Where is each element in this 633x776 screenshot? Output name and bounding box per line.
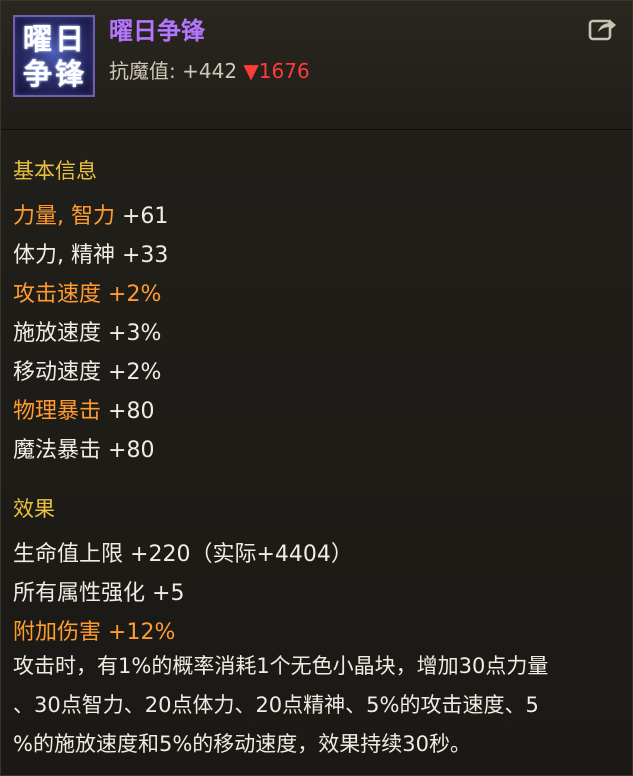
stat-row: 物理暴击 +80	[13, 393, 154, 425]
stat-row: 施放速度 +3%	[13, 315, 161, 347]
stat-row-label: 力量, 智力	[13, 204, 115, 229]
stat-row-label: 物理暴击	[13, 399, 102, 424]
resist-stat: 抗魔值: +442 ▼1676	[109, 55, 310, 84]
effect-description: 攻击时，有1%的概率消耗1个无色小晶块，增加30点力量 、30点智力、20点体力…	[13, 647, 625, 764]
effect-title: 效果	[13, 497, 55, 521]
basic-info-title: 基本信息	[13, 159, 97, 183]
stat-row-label: 生命值上限	[13, 542, 124, 567]
stat-row: 攻击速度 +2%	[13, 276, 161, 308]
stat-row-value: +33	[122, 243, 169, 268]
stat-row-label: 体力, 精神	[13, 243, 115, 268]
stat-row-label: 施放速度	[13, 321, 102, 346]
stat-row: 生命值上限 +220（实际+4404）	[13, 536, 353, 568]
description-line: 攻击时，有1%的概率消耗1个无色小晶块，增加30点力量	[13, 654, 549, 678]
icon-char: 日	[55, 22, 85, 56]
stat-delta-value: 1676	[258, 59, 310, 83]
stat-row: 移动速度 +2%	[13, 354, 161, 386]
item-tooltip: 曜 日 争 锋 曜日争锋 抗魔值: +442 ▼1676 基本信息 力量, 智力…	[0, 0, 633, 776]
stat-row: 体力, 精神 +33	[13, 237, 168, 269]
stat-row-label: 附加伤害	[13, 620, 102, 645]
stat-row-value: +80	[108, 399, 155, 424]
stat-row-value: +220（实际+4404）	[130, 542, 353, 567]
icon-char: 锋	[55, 57, 85, 91]
stat-row-value: +12%	[108, 620, 176, 645]
stat-row-label: 魔法暴击	[13, 438, 102, 463]
description-line: 、30点智力、20点体力、20点精神、5%的攻击速度、5	[13, 693, 539, 717]
stat-row-value: +2%	[108, 282, 162, 307]
stat-row-value: +61	[122, 204, 169, 229]
stat-row-value: +2%	[108, 360, 162, 385]
item-icon: 曜 日 争 锋	[13, 15, 95, 97]
stat-row-label: 移动速度	[13, 360, 102, 385]
stat-row-value: +5	[152, 581, 185, 606]
description-line: %的施放速度和5%的移动速度，效果持续30秒。	[13, 732, 471, 756]
stat-row-value: +80	[108, 438, 155, 463]
decrease-arrow-icon: ▼	[243, 59, 259, 83]
share-icon	[588, 19, 616, 41]
stat-row: 所有属性强化 +5	[13, 575, 184, 607]
share-button[interactable]	[588, 15, 618, 41]
item-name: 曜日争锋	[109, 17, 205, 45]
icon-char: 争	[23, 57, 53, 91]
tooltip-header: 曜 日 争 锋 曜日争锋 抗魔值: +442 ▼1676	[1, 1, 632, 130]
icon-char: 曜	[23, 22, 53, 56]
stat-row-label: 攻击速度	[13, 282, 102, 307]
stat-value: +442	[182, 59, 238, 83]
stat-row-value: +3%	[108, 321, 162, 346]
stat-row: 力量, 智力 +61	[13, 198, 168, 230]
stat-label: 抗魔值:	[109, 59, 176, 83]
stat-row-label: 所有属性强化	[13, 581, 146, 606]
stat-row: 附加伤害 +12%	[13, 614, 175, 646]
stat-row: 魔法暴击 +80	[13, 432, 154, 464]
